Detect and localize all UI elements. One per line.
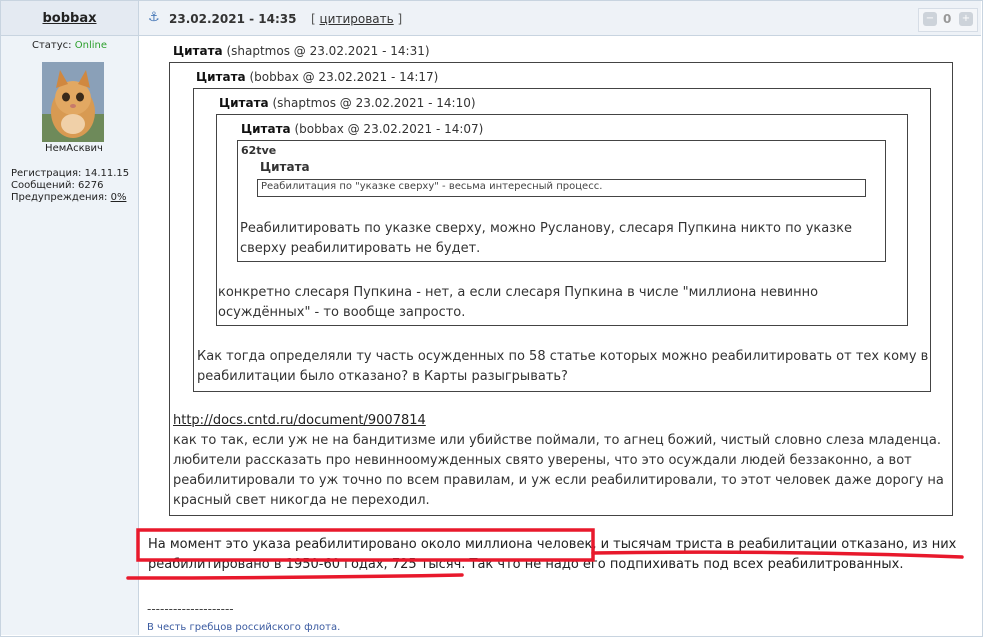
quote-5-text: Реабилитация по "указке сверху" - весьма… [261,181,603,192]
warnings-label: Предупреждения: [11,192,111,203]
quote-1-line-1: как то так, если уж не на бандитизме или… [173,433,941,448]
quote-3-text: конкретно слесаря Пупкина - нет, а если … [218,283,818,323]
quote-4-line-2: сверху реабилитировать не будет. [240,241,481,256]
quote-2-meta: (bobbax @ 23.02.2021 - 14:17) [245,70,439,84]
quote-3-line-2: осуждённых" - то вообще запросто. [218,305,466,320]
avatar[interactable] [42,62,104,142]
user-sidebar: Статус: Online НемАсквич Регистрация: 14… [1,36,139,635]
document-link[interactable]: http://docs.cntd.ru/document/9007814 [173,413,426,428]
cite-bracket-open: [ [311,12,320,26]
user-messages: Сообщений: 6276 [11,180,104,191]
quote-2-header: Цитата (bobbax @ 23.02.2021 - 14:17) [196,70,438,84]
author-link[interactable]: bobbax [1,11,138,26]
quote-4-meta: (bobbax @ 23.02.2021 - 14:07) [290,122,484,136]
quote-1-line-4: красный свет никогда не переходил. [173,493,430,508]
quote-4-text: Реабилитировать по указке сверху, можно … [240,219,852,259]
cite-bracket-close: ] [393,12,403,26]
post-line-2: реабилитировано в 1950-60 годах, 725 тыс… [148,557,904,572]
quote-4-line-1: Реабилитировать по указке сверху, можно … [240,221,852,236]
quote-1-line-2: любители рассказать про невинноомужденны… [173,453,912,468]
post-author-cell: bobbax [1,1,139,36]
quote-4-label: Цитата [241,122,291,136]
user-warnings: Предупреждения: 0% [11,192,129,204]
quote-1-text: http://docs.cntd.ru/document/9007814 как… [173,411,944,511]
vote-box: − 0 + [918,8,978,32]
quote-4-header: Цитата (bobbax @ 23.02.2021 - 14:07) [241,122,483,136]
quote-3-header: Цитата (shaptmos @ 23.02.2021 - 14:10) [219,96,476,110]
user-status: Статус: Online [1,40,138,51]
quote-3-line-1: конкретно слесаря Пупкина - нет, а если … [218,285,819,300]
cite-control: [ цитировать ] [311,12,402,26]
quote-2-line-1: Как тогда определяли ту часть осужденных… [197,349,929,364]
post-header: ⚓ 23.02.2021 - 14:35 [ цитировать ] − 0 … [139,1,981,36]
quote-5-label: Цитата [260,160,310,174]
quote-2-text: Как тогда определяли ту часть осужденных… [197,347,928,387]
signature-separator: -------------------- [147,602,234,616]
warnings-link[interactable]: 0% [111,192,127,203]
user-meta: Регистрация: 14.11.15 Сообщений: 6276 Пр… [11,168,129,204]
post-date: 23.02.2021 - 14:35 [169,12,297,26]
thumbs-down-icon[interactable]: − [923,12,937,26]
user-nickname: НемАсквич [45,143,103,154]
quote-2-label: Цитата [196,70,246,84]
cite-link[interactable]: цитировать [320,12,394,26]
anchor-icon[interactable]: ⚓ [148,10,160,25]
quote-1-meta: (shaptmos @ 23.02.2021 - 14:31) [222,44,430,58]
quote-1-label: Цитата [173,44,223,58]
quote-1-header: Цитата (shaptmos @ 23.02.2021 - 14:31) [173,44,430,58]
quote-3-label: Цитата [219,96,269,110]
quote-1-line-3: реабилитировали то уж точно по всем прав… [173,473,944,488]
quote-3-meta: (shaptmos @ 23.02.2021 - 14:10) [268,96,476,110]
vote-count: 0 [943,12,952,26]
status-label: Статус: [32,40,75,51]
quote-2-line-2: реабилитации было отказано? в Карты разы… [197,369,568,384]
quote-5-author: 62tve [241,144,277,157]
post-line-1: На момент это указа реабилитировано окол… [148,537,957,552]
signature-text: В честь гребцов российского флота. [147,622,341,633]
post-body: На момент это указа реабилитировано окол… [148,535,956,575]
status-value: Online [74,40,107,51]
thumbs-up-icon[interactable]: + [959,12,973,26]
user-registration: Регистрация: 14.11.15 [11,168,130,179]
